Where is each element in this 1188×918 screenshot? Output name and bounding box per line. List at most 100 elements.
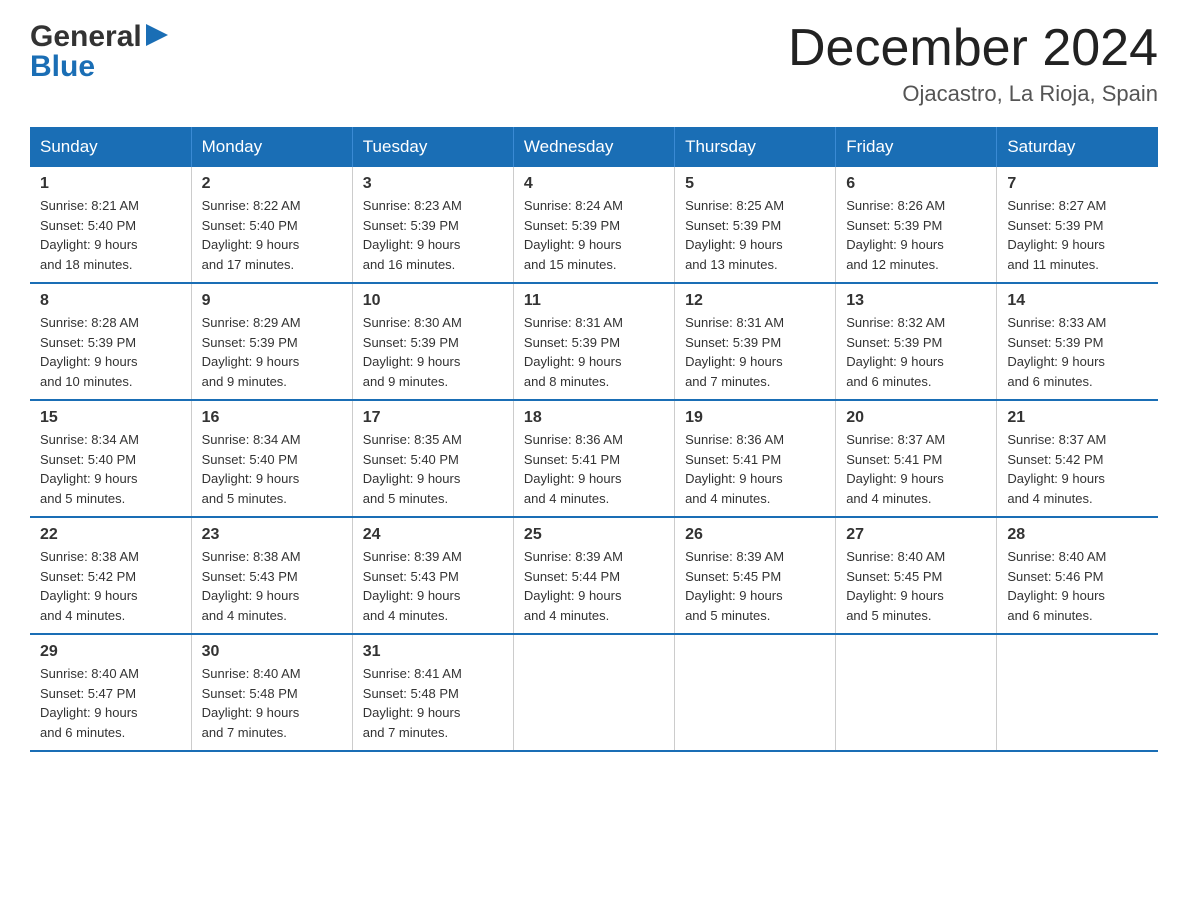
day-info: Sunrise: 8:37 AMSunset: 5:42 PMDaylight:… (1007, 430, 1148, 508)
calendar-cell: 23 Sunrise: 8:38 AMSunset: 5:43 PMDaylig… (191, 517, 352, 634)
calendar-cell: 12 Sunrise: 8:31 AMSunset: 5:39 PMDaylig… (675, 283, 836, 400)
day-info: Sunrise: 8:25 AMSunset: 5:39 PMDaylight:… (685, 196, 825, 274)
page-header: General Blue December 2024 Ojacastro, La… (30, 20, 1158, 107)
calendar-cell: 13 Sunrise: 8:32 AMSunset: 5:39 PMDaylig… (836, 283, 997, 400)
day-info: Sunrise: 8:40 AMSunset: 5:46 PMDaylight:… (1007, 547, 1148, 625)
calendar-cell: 10 Sunrise: 8:30 AMSunset: 5:39 PMDaylig… (352, 283, 513, 400)
calendar-cell: 2 Sunrise: 8:22 AMSunset: 5:40 PMDayligh… (191, 167, 352, 283)
location-subtitle: Ojacastro, La Rioja, Spain (788, 81, 1158, 107)
calendar-table: SundayMondayTuesdayWednesdayThursdayFrid… (30, 127, 1158, 752)
day-number: 4 (524, 175, 664, 193)
day-info: Sunrise: 8:40 AMSunset: 5:47 PMDaylight:… (40, 664, 181, 742)
day-info: Sunrise: 8:36 AMSunset: 5:41 PMDaylight:… (685, 430, 825, 508)
calendar-cell: 24 Sunrise: 8:39 AMSunset: 5:43 PMDaylig… (352, 517, 513, 634)
day-info: Sunrise: 8:33 AMSunset: 5:39 PMDaylight:… (1007, 313, 1148, 391)
calendar-cell: 21 Sunrise: 8:37 AMSunset: 5:42 PMDaylig… (997, 400, 1158, 517)
title-section: December 2024 Ojacastro, La Rioja, Spain (788, 20, 1158, 107)
logo: General Blue (30, 20, 168, 84)
calendar-cell: 9 Sunrise: 8:29 AMSunset: 5:39 PMDayligh… (191, 283, 352, 400)
day-number: 11 (524, 292, 664, 310)
day-info: Sunrise: 8:31 AMSunset: 5:39 PMDaylight:… (685, 313, 825, 391)
calendar-cell: 11 Sunrise: 8:31 AMSunset: 5:39 PMDaylig… (513, 283, 674, 400)
day-number: 25 (524, 526, 664, 544)
day-number: 9 (202, 292, 342, 310)
week-row-5: 29 Sunrise: 8:40 AMSunset: 5:47 PMDaylig… (30, 634, 1158, 751)
day-number: 12 (685, 292, 825, 310)
day-info: Sunrise: 8:34 AMSunset: 5:40 PMDaylight:… (202, 430, 342, 508)
day-info: Sunrise: 8:41 AMSunset: 5:48 PMDaylight:… (363, 664, 503, 742)
day-number: 27 (846, 526, 986, 544)
calendar-cell (675, 634, 836, 751)
calendar-cell: 7 Sunrise: 8:27 AMSunset: 5:39 PMDayligh… (997, 167, 1158, 283)
calendar-header-row: SundayMondayTuesdayWednesdayThursdayFrid… (30, 127, 1158, 167)
day-info: Sunrise: 8:40 AMSunset: 5:48 PMDaylight:… (202, 664, 342, 742)
day-info: Sunrise: 8:32 AMSunset: 5:39 PMDaylight:… (846, 313, 986, 391)
week-row-4: 22 Sunrise: 8:38 AMSunset: 5:42 PMDaylig… (30, 517, 1158, 634)
header-thursday: Thursday (675, 127, 836, 167)
calendar-cell (997, 634, 1158, 751)
day-number: 10 (363, 292, 503, 310)
month-year-title: December 2024 (788, 20, 1158, 77)
calendar-cell (513, 634, 674, 751)
day-number: 28 (1007, 526, 1148, 544)
week-row-1: 1 Sunrise: 8:21 AMSunset: 5:40 PMDayligh… (30, 167, 1158, 283)
calendar-cell: 4 Sunrise: 8:24 AMSunset: 5:39 PMDayligh… (513, 167, 674, 283)
day-info: Sunrise: 8:23 AMSunset: 5:39 PMDaylight:… (363, 196, 503, 274)
calendar-cell: 31 Sunrise: 8:41 AMSunset: 5:48 PMDaylig… (352, 634, 513, 751)
day-number: 21 (1007, 409, 1148, 427)
calendar-cell: 28 Sunrise: 8:40 AMSunset: 5:46 PMDaylig… (997, 517, 1158, 634)
day-info: Sunrise: 8:21 AMSunset: 5:40 PMDaylight:… (40, 196, 181, 274)
header-friday: Friday (836, 127, 997, 167)
day-number: 24 (363, 526, 503, 544)
day-info: Sunrise: 8:26 AMSunset: 5:39 PMDaylight:… (846, 196, 986, 274)
day-number: 2 (202, 175, 342, 193)
day-number: 15 (40, 409, 181, 427)
day-info: Sunrise: 8:29 AMSunset: 5:39 PMDaylight:… (202, 313, 342, 391)
day-info: Sunrise: 8:30 AMSunset: 5:39 PMDaylight:… (363, 313, 503, 391)
day-info: Sunrise: 8:39 AMSunset: 5:45 PMDaylight:… (685, 547, 825, 625)
day-info: Sunrise: 8:24 AMSunset: 5:39 PMDaylight:… (524, 196, 664, 274)
day-number: 3 (363, 175, 503, 193)
day-number: 18 (524, 409, 664, 427)
header-sunday: Sunday (30, 127, 191, 167)
day-info: Sunrise: 8:34 AMSunset: 5:40 PMDaylight:… (40, 430, 181, 508)
day-info: Sunrise: 8:27 AMSunset: 5:39 PMDaylight:… (1007, 196, 1148, 274)
day-info: Sunrise: 8:39 AMSunset: 5:43 PMDaylight:… (363, 547, 503, 625)
day-number: 23 (202, 526, 342, 544)
header-monday: Monday (191, 127, 352, 167)
calendar-cell: 16 Sunrise: 8:34 AMSunset: 5:40 PMDaylig… (191, 400, 352, 517)
calendar-cell: 20 Sunrise: 8:37 AMSunset: 5:41 PMDaylig… (836, 400, 997, 517)
day-number: 20 (846, 409, 986, 427)
calendar-cell: 1 Sunrise: 8:21 AMSunset: 5:40 PMDayligh… (30, 167, 191, 283)
day-number: 1 (40, 175, 181, 193)
calendar-cell: 25 Sunrise: 8:39 AMSunset: 5:44 PMDaylig… (513, 517, 674, 634)
calendar-cell: 30 Sunrise: 8:40 AMSunset: 5:48 PMDaylig… (191, 634, 352, 751)
header-tuesday: Tuesday (352, 127, 513, 167)
day-number: 22 (40, 526, 181, 544)
calendar-cell (836, 634, 997, 751)
day-number: 7 (1007, 175, 1148, 193)
day-info: Sunrise: 8:38 AMSunset: 5:42 PMDaylight:… (40, 547, 181, 625)
week-row-2: 8 Sunrise: 8:28 AMSunset: 5:39 PMDayligh… (30, 283, 1158, 400)
day-number: 5 (685, 175, 825, 193)
day-info: Sunrise: 8:37 AMSunset: 5:41 PMDaylight:… (846, 430, 986, 508)
day-number: 13 (846, 292, 986, 310)
day-info: Sunrise: 8:38 AMSunset: 5:43 PMDaylight:… (202, 547, 342, 625)
calendar-cell: 22 Sunrise: 8:38 AMSunset: 5:42 PMDaylig… (30, 517, 191, 634)
calendar-cell: 27 Sunrise: 8:40 AMSunset: 5:45 PMDaylig… (836, 517, 997, 634)
week-row-3: 15 Sunrise: 8:34 AMSunset: 5:40 PMDaylig… (30, 400, 1158, 517)
day-info: Sunrise: 8:35 AMSunset: 5:40 PMDaylight:… (363, 430, 503, 508)
logo-blue-text: Blue (30, 50, 95, 84)
day-info: Sunrise: 8:22 AMSunset: 5:40 PMDaylight:… (202, 196, 342, 274)
day-info: Sunrise: 8:36 AMSunset: 5:41 PMDaylight:… (524, 430, 664, 508)
day-number: 14 (1007, 292, 1148, 310)
calendar-cell: 3 Sunrise: 8:23 AMSunset: 5:39 PMDayligh… (352, 167, 513, 283)
day-number: 31 (363, 643, 503, 661)
day-info: Sunrise: 8:39 AMSunset: 5:44 PMDaylight:… (524, 547, 664, 625)
logo-arrow-icon (146, 24, 168, 46)
day-number: 17 (363, 409, 503, 427)
calendar-cell: 8 Sunrise: 8:28 AMSunset: 5:39 PMDayligh… (30, 283, 191, 400)
header-wednesday: Wednesday (513, 127, 674, 167)
day-number: 19 (685, 409, 825, 427)
calendar-cell: 14 Sunrise: 8:33 AMSunset: 5:39 PMDaylig… (997, 283, 1158, 400)
